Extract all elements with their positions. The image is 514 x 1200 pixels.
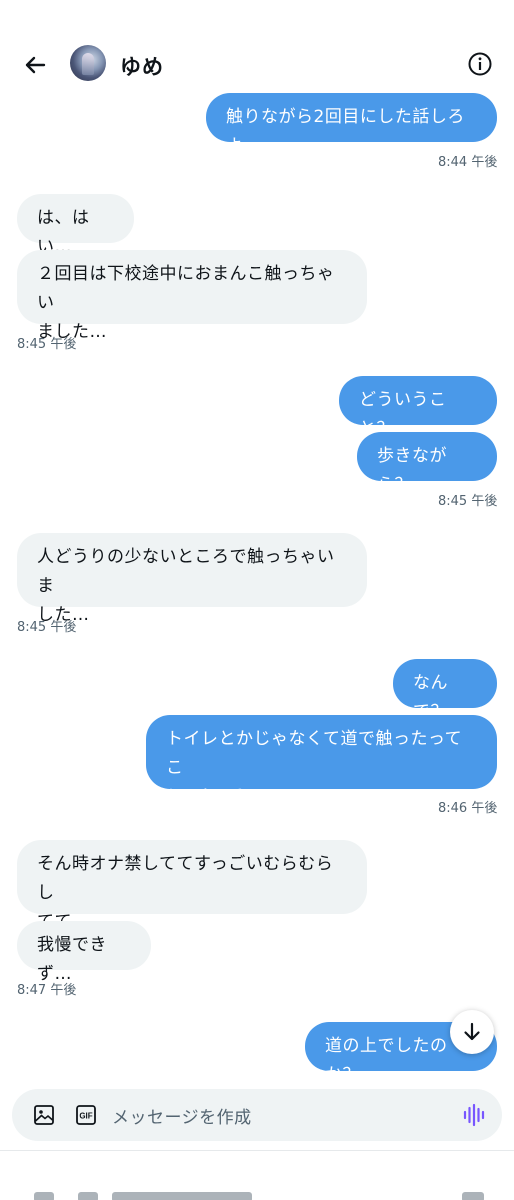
info-circle-icon (468, 52, 492, 76)
message-timestamp: 8:44 午後 (438, 155, 498, 170)
message-bubble-incoming[interactable]: は、はい… (17, 194, 134, 257)
divider (0, 1150, 514, 1151)
message-bubble-outgoing[interactable]: 歩きながら？ (357, 432, 497, 495)
message-timestamp: 8:45 午後 (17, 337, 77, 352)
message-composer[interactable]: GIF メッセージを作成 (12, 1089, 502, 1141)
message-timestamp: 8:46 午後 (438, 801, 498, 816)
message-timestamp: 8:47 午後 (17, 983, 77, 998)
image-icon (34, 1105, 54, 1125)
arrow-left-icon (25, 56, 46, 74)
message-bubble-incoming[interactable]: 人どうりの少ないところで触っちゃいま した… (17, 533, 367, 625)
contact-name[interactable]: ゆめ (120, 51, 164, 81)
message-bubble-outgoing[interactable]: どういうこと？ (339, 376, 497, 439)
add-image-button[interactable] (32, 1103, 56, 1127)
scroll-to-bottom-button[interactable] (450, 1010, 494, 1054)
back-button[interactable] (20, 50, 50, 80)
gif-icon: GIF (76, 1105, 96, 1125)
gif-label: GIF (79, 1112, 92, 1121)
voice-wave-icon (463, 1103, 485, 1127)
message-bubble-incoming[interactable]: そん時オナ禁しててすっごいむらむらし てて… (17, 840, 367, 932)
info-button[interactable] (466, 50, 494, 78)
add-gif-button[interactable]: GIF (74, 1103, 98, 1127)
ghost-composer-echo (0, 1186, 514, 1200)
message-bubble-outgoing[interactable]: トイレとかじゃなくて道で触ったってこ とでしょ？ (146, 715, 497, 807)
voice-message-button[interactable] (462, 1102, 488, 1128)
message-timestamp: 8:45 午後 (17, 620, 77, 635)
message-input[interactable]: メッセージを作成 (112, 1103, 252, 1128)
avatar[interactable] (70, 45, 106, 81)
message-bubble-outgoing[interactable]: なんで？ (393, 659, 497, 722)
message-bubble-outgoing[interactable]: 触りながら2回目にした話しろよ (206, 93, 497, 156)
message-bubble-incoming[interactable]: ２回目は下校途中におまんこ触っちゃい ました… (17, 250, 367, 342)
message-bubble-incoming[interactable]: 我慢できず… (17, 921, 151, 984)
arrow-down-icon (464, 1022, 480, 1041)
dm-conversation-screen: ゆめ 触りながら2回目にした話しろよ 8:44 午後 は、はい… ２回目は下校途… (0, 0, 514, 1200)
message-timestamp: 8:45 午後 (438, 494, 498, 509)
